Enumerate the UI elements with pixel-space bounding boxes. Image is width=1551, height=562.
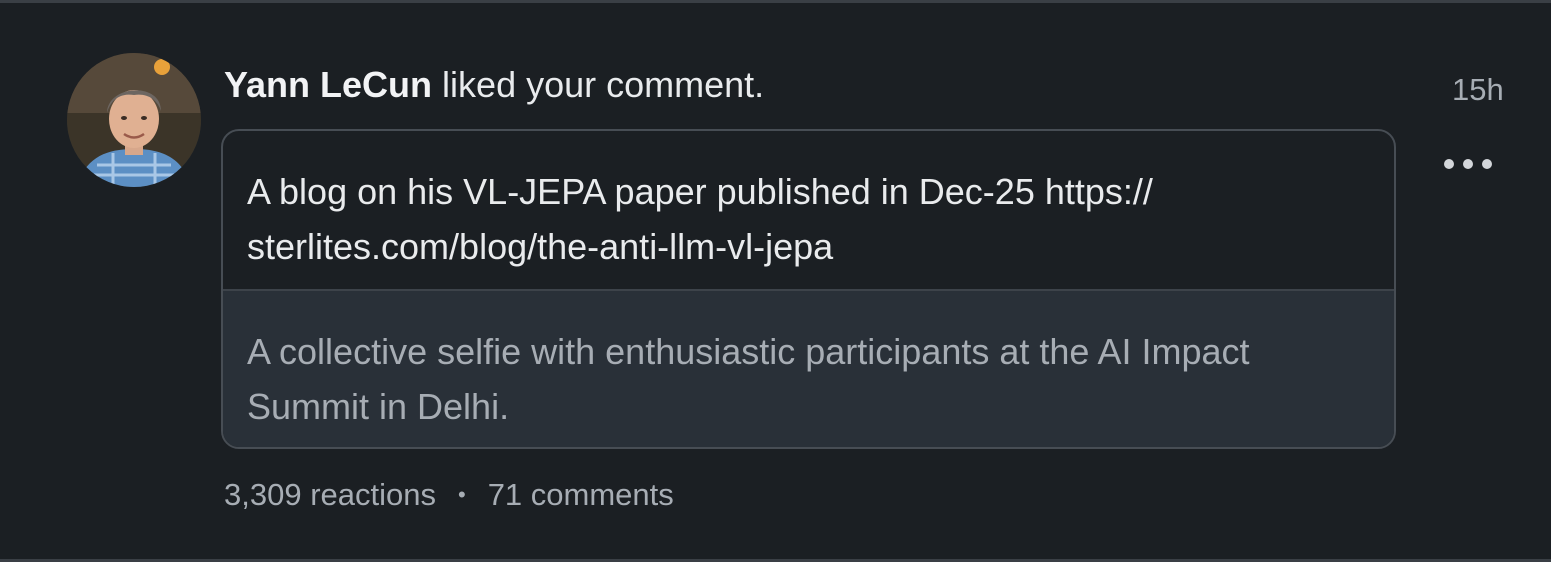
reactions-count[interactable]: 3,309 reactions xyxy=(224,477,436,512)
comments-count[interactable]: 71 comments xyxy=(488,477,674,512)
profile-photo xyxy=(67,53,201,187)
comment-text: A blog on his VL-JEPA paper published in… xyxy=(223,131,1394,291)
actor-name[interactable]: Yann LeCun xyxy=(224,64,432,105)
stats-separator: • xyxy=(457,482,466,507)
avatar[interactable] xyxy=(67,53,201,187)
notification-item[interactable]: Yann LeCun liked your comment. 15h A blo… xyxy=(0,0,1551,562)
action-text: liked your comment. xyxy=(442,64,765,105)
comment-card[interactable]: A blog on his VL-JEPA paper published in… xyxy=(221,129,1396,449)
timestamp: 15h xyxy=(1452,72,1504,107)
notification-headline: Yann LeCun liked your comment. xyxy=(224,63,764,107)
original-post-preview: A collective selfie with enthusiastic pa… xyxy=(223,291,1394,447)
post-stats: 3,309 reactions • 71 comments xyxy=(224,476,674,517)
more-options-button[interactable] xyxy=(1436,145,1508,185)
